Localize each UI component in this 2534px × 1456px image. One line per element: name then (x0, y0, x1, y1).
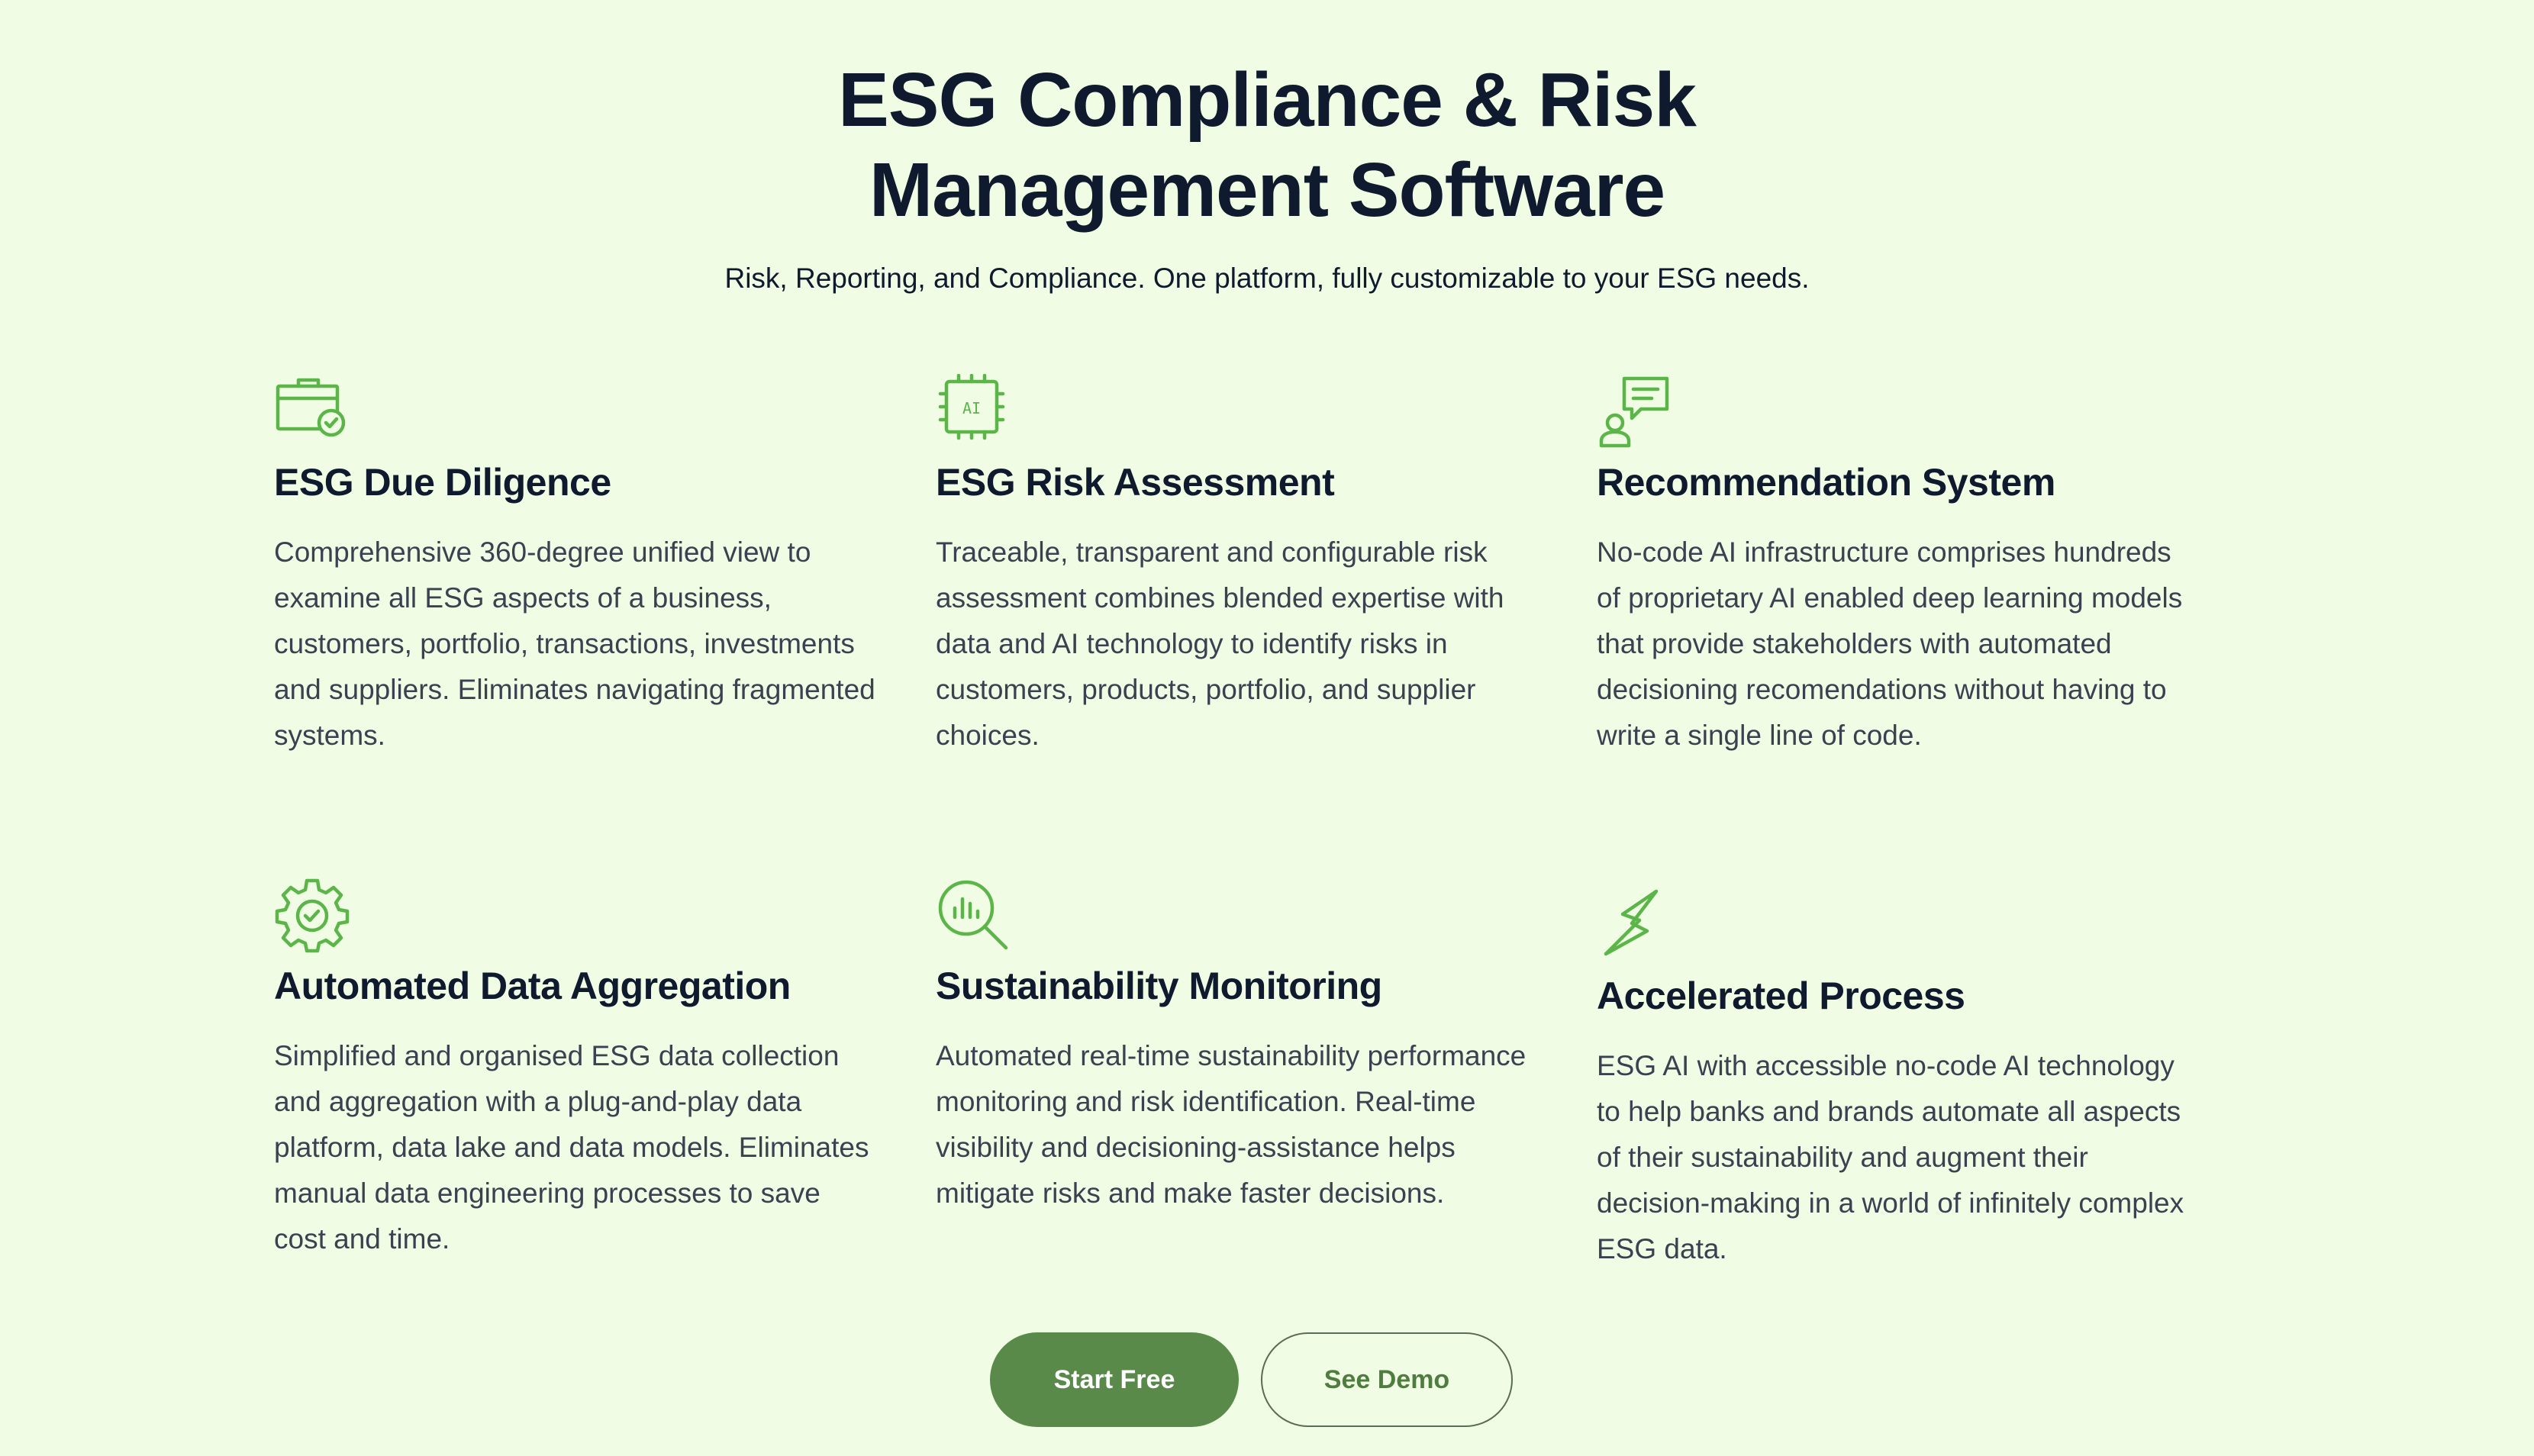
feature-title: Sustainability Monitoring (936, 965, 1382, 1007)
page-subtitle: Risk, Reporting, and Compliance. One pla… (724, 263, 1810, 294)
feature-title: Accelerated Process (1597, 974, 1965, 1017)
feature-description: No-code AI infrastructure comprises hund… (1597, 536, 2183, 751)
feature-title: ESG Due Diligence (274, 461, 611, 504)
ai-chip-label: AI (962, 399, 981, 417)
cta-row: Start Free See Demo (0, 1332, 2534, 1427)
feature-description: Traceable, transparent and configurable … (936, 536, 1504, 751)
user-chat-icon (1597, 374, 1673, 450)
feature-title: ESG Risk Assessment (936, 461, 1335, 504)
page-title: ESG Compliance & Risk Management Softwar… (0, 55, 2534, 235)
feature-description: Automated real-time sustainability perfo… (936, 1040, 1527, 1209)
gear-check-icon (274, 878, 350, 954)
ai-chip-icon: AI (936, 374, 1012, 450)
feature-description: Simplified and organised ESG data collec… (274, 1040, 869, 1255)
see-demo-button[interactable]: See Demo (1261, 1332, 1513, 1427)
lightning-bolt-icon (1597, 887, 1673, 963)
briefcase-check-icon (274, 374, 350, 450)
feature-title: Automated Data Aggregation (274, 965, 791, 1007)
feature-title: Recommendation System (1597, 461, 2055, 504)
page-title-line-1: ESG Compliance & Risk (838, 57, 1697, 143)
feature-description: Comprehensive 360-degree unified view to… (274, 536, 875, 751)
magnifier-chart-icon (936, 878, 1012, 954)
feature-description: ESG AI with accessible no-code AI techno… (1597, 1050, 2184, 1264)
start-free-button[interactable]: Start Free (990, 1332, 1239, 1427)
page-title-line-2: Management Software (869, 147, 1665, 233)
